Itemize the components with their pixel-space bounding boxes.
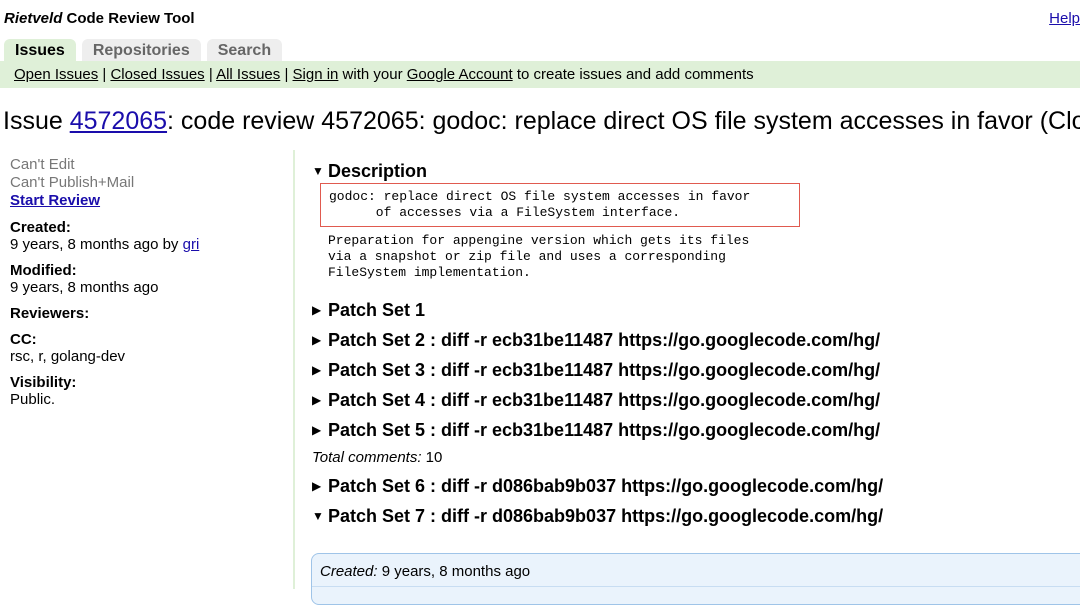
nav-separator: | <box>280 66 293 83</box>
modified-label: Modified: <box>10 262 77 279</box>
triangle-right-icon: ▶ <box>312 363 322 377</box>
app-title-rest: Code Review Tool <box>62 10 195 27</box>
reviewers-label: Reviewers: <box>10 305 90 322</box>
issue-prefix: Issue <box>3 107 70 135</box>
triangle-right-icon: ▶ <box>312 393 322 407</box>
cant-publish-label: Can't Publish+Mail <box>10 174 135 191</box>
top-bar: Rietveld Code Review Tool Help <box>0 0 1080 36</box>
visibility-value: Public. <box>10 391 56 408</box>
created-time: 9 years, 8 months ago by <box>10 236 183 253</box>
total-comments-label: Total comments: <box>312 449 422 466</box>
nav-text: with your <box>338 66 407 83</box>
patch-set-3-toggle[interactable]: ▶ Patch Set 3 : diff -r ecb31be11487 http… <box>312 355 1080 385</box>
total-comments: Total comments: 10 <box>312 445 1080 471</box>
patch-set-label: Patch Set 1 <box>328 300 426 320</box>
app-title-italic: Rietveld <box>4 10 63 27</box>
start-review-link[interactable]: Start Review <box>10 192 280 210</box>
total-comments-value: 10 <box>421 449 443 466</box>
patch-set-label: Patch Set 7 : diff -r d086bab9b037 https… <box>328 506 884 526</box>
sign-in-link[interactable]: Sign in <box>293 66 339 83</box>
help-link[interactable]: Help <box>1049 10 1080 27</box>
patch-set-1-toggle[interactable]: ▶ Patch Set 1 <box>312 295 1080 325</box>
google-account-link[interactable]: Google Account <box>407 66 513 83</box>
open-issues-link[interactable]: Open Issues <box>14 66 98 83</box>
patch-set-6-toggle[interactable]: ▶ Patch Set 6 : diff -r d086bab9b037 http… <box>312 471 1080 501</box>
all-issues-link[interactable]: All Issues <box>216 66 280 83</box>
nav-separator: | <box>204 66 217 83</box>
patch-set-label: Patch Set 6 : diff -r d086bab9b037 https… <box>328 476 884 496</box>
app-title: Rietveld Code Review Tool <box>4 10 195 27</box>
patch-set-5-toggle[interactable]: ▶ Patch Set 5 : diff -r ecb31be11487 http… <box>312 415 1080 445</box>
panel-divider <box>312 586 1080 587</box>
description-body: Preparation for appengine version which … <box>328 233 750 280</box>
triangle-right-icon: ▶ <box>312 333 322 347</box>
description-highlight: godoc: replace direct OS file system acc… <box>320 183 800 227</box>
main-tabs: Issues Repositories Search <box>4 39 283 61</box>
patch-set-label: Patch Set 2 : diff -r ecb31be11487 https… <box>328 330 881 350</box>
triangle-down-icon: ▼ <box>312 509 324 523</box>
created-label: Created: <box>10 219 71 236</box>
description-toggle[interactable]: ▼ Description <box>312 160 1080 182</box>
patch-created: Created: 9 years, 8 months ago <box>320 563 530 580</box>
cant-edit-label: Can't Edit <box>10 156 75 173</box>
cc-label: CC: <box>10 331 37 348</box>
issue-main: ▼ Description godoc: replace direct OS fi… <box>312 160 1080 531</box>
triangle-right-icon: ▶ <box>312 303 322 317</box>
visibility-field: Visibility: Public. <box>10 374 280 408</box>
issues-subnav: Open Issues | Closed Issues | All Issues… <box>0 61 1080 88</box>
tab-repositories[interactable]: Repositories <box>81 39 201 61</box>
visibility-label: Visibility: <box>10 374 77 391</box>
closed-issues-link[interactable]: Closed Issues <box>110 66 204 83</box>
triangle-right-icon: ▶ <box>312 479 322 493</box>
nav-separator: | <box>98 66 111 83</box>
patch-set-7-panel: Created: 9 years, 8 months ago <box>311 553 1080 605</box>
patch-set-2-toggle[interactable]: ▶ Patch Set 2 : diff -r ecb31be11487 http… <box>312 325 1080 355</box>
patch-set-4-toggle[interactable]: ▶ Patch Set 4 : diff -r ecb31be11487 http… <box>312 385 1080 415</box>
reviewers-field: Reviewers: <box>10 305 280 322</box>
column-divider <box>293 150 295 589</box>
cc-field: CC: rsc, r, golang-dev <box>10 331 280 365</box>
patch-set-label: Patch Set 4 : diff -r ecb31be11487 https… <box>328 390 881 410</box>
patch-set-label: Patch Set 5 : diff -r ecb31be11487 https… <box>328 420 881 440</box>
issue-title-text: : code review 4572065: godoc: replace di… <box>167 107 1080 135</box>
nav-text: to create issues and add comments <box>512 66 754 83</box>
created-field: Created: 9 years, 8 months ago by gri <box>10 219 280 253</box>
tab-search[interactable]: Search <box>206 39 283 61</box>
page-title: Issue 4572065: code review 4572065: godo… <box>3 107 1080 136</box>
patch-created-value: 9 years, 8 months ago <box>377 563 531 580</box>
patch-created-label: Created: <box>320 563 378 580</box>
tab-issues[interactable]: Issues <box>4 39 76 61</box>
owner-link[interactable]: gri <box>183 236 200 253</box>
modified-field: Modified: 9 years, 8 months ago <box>10 262 280 296</box>
patch-set-label: Patch Set 3 : diff -r ecb31be11487 https… <box>328 360 881 380</box>
triangle-down-icon: ▼ <box>312 164 324 178</box>
patch-set-7-toggle[interactable]: ▼ Patch Set 7 : diff -r d086bab9b037 http… <box>312 501 1080 531</box>
triangle-right-icon: ▶ <box>312 423 322 437</box>
description-heading: Description <box>328 161 428 181</box>
issue-number-link[interactable]: 4572065 <box>70 107 167 135</box>
issue-sidebar: Can't Edit Can't Publish+Mail Start Revi… <box>10 156 280 408</box>
modified-value: 9 years, 8 months ago <box>10 279 159 296</box>
cc-value: rsc, r, golang-dev <box>10 348 126 365</box>
created-value: 9 years, 8 months ago by gri <box>10 236 280 253</box>
